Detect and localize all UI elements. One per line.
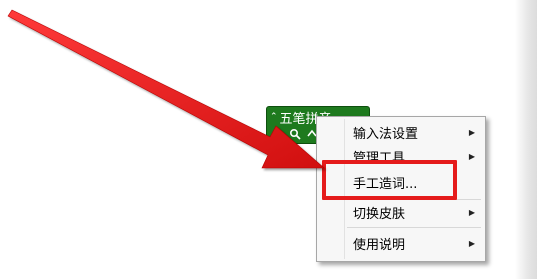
menu-item-switch-skin[interactable]: 切换皮肤 ▶ (319, 200, 483, 224)
highlight-box (322, 160, 457, 200)
double-chevron-icon: ⌃ (270, 112, 278, 122)
submenu-arrow-icon: ▶ (468, 207, 475, 217)
menu-item-input-settings[interactable]: 输入法设置 ▶ (319, 120, 483, 144)
submenu-arrow-icon: ▶ (468, 238, 475, 248)
menu-separator (347, 227, 481, 228)
submenu-arrow-icon: ▶ (468, 127, 475, 137)
hand-icon[interactable] (271, 128, 284, 141)
submenu-arrow-icon: ▶ (468, 151, 475, 161)
search-icon[interactable] (288, 128, 301, 141)
background-strip (515, 0, 537, 279)
menu-item-help[interactable]: 使用说明 ▶ (319, 231, 483, 255)
ime-tools (271, 127, 318, 141)
arrow-shape (7, 9, 325, 169)
menu-item-label: 输入法设置 (353, 126, 419, 142)
menu-item-label: 使用说明 (353, 237, 406, 253)
menu-item-label: 切换皮肤 (353, 206, 406, 222)
